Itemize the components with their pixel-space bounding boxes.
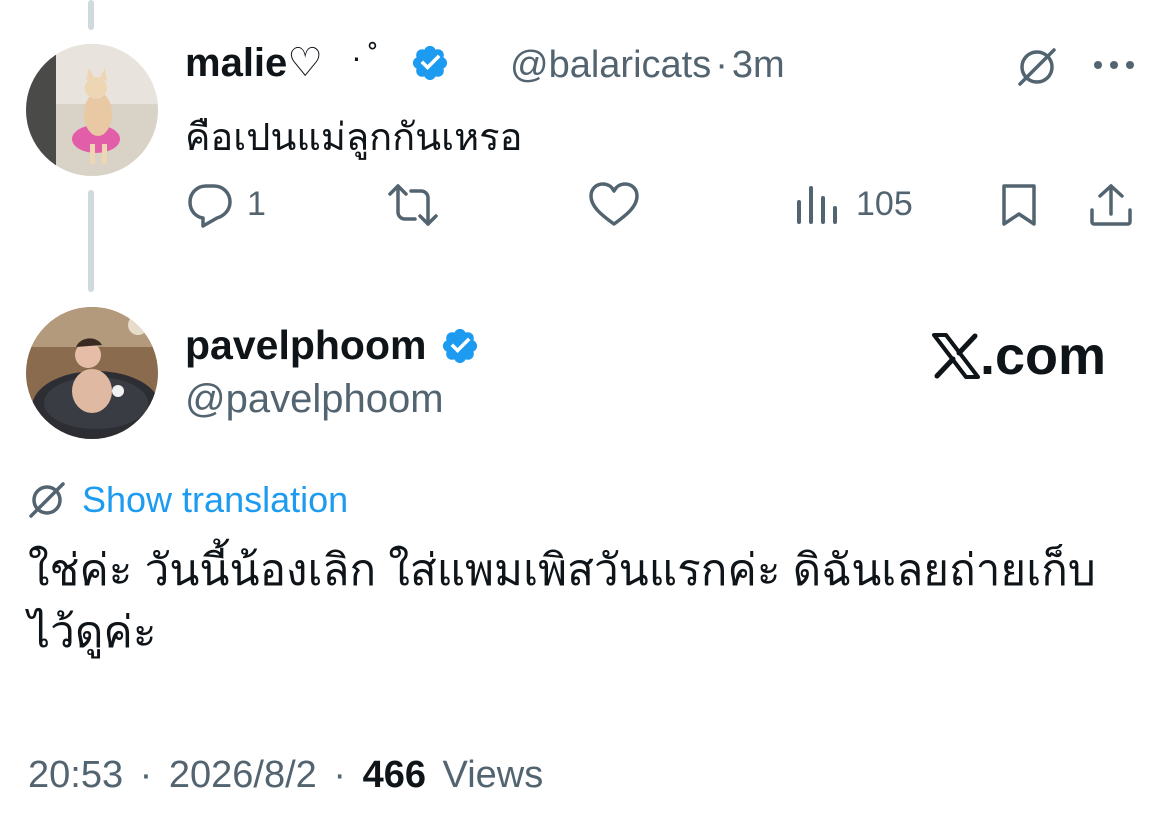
- reply-display-name[interactable]: malie♡: [185, 40, 323, 86]
- tweet-views-label: Views: [442, 754, 544, 796]
- bookmark-button[interactable]: [1000, 182, 1038, 233]
- show-translation-link[interactable]: Show translation: [26, 479, 348, 521]
- repost-button[interactable]: [386, 182, 440, 233]
- show-translation-label[interactable]: Show translation: [82, 479, 348, 521]
- translate-icon: [26, 479, 68, 521]
- more-icon[interactable]: [1092, 58, 1136, 77]
- reply-text: คือเปนแม่ลูกกันเหรอ: [185, 117, 523, 159]
- reply-handle[interactable]: @balaricats: [510, 44, 711, 86]
- tweet-views-count: 466: [362, 754, 426, 796]
- views-icon[interactable]: [797, 186, 837, 229]
- reply-author-row: malie♡ ·˚: [185, 38, 450, 86]
- tweet-display-name[interactable]: pavelphoom: [185, 322, 426, 369]
- reply-button[interactable]: [186, 180, 234, 233]
- separator: ·: [715, 44, 728, 86]
- x-brand-suffix: .com: [980, 326, 1107, 386]
- views-count: 105: [856, 185, 913, 223]
- tweet-text: ใช่ค่ะ วันนี้น้องเลิก ใส่แพมเพิสวันแรกค่…: [28, 546, 1096, 657]
- separator: ·: [333, 754, 347, 796]
- reply-avatar[interactable]: [26, 44, 158, 176]
- tweet-time[interactable]: 20:53: [28, 754, 123, 796]
- share-button[interactable]: [1088, 182, 1134, 233]
- tweet-avatar[interactable]: [26, 307, 158, 439]
- reply-handle-row: @balaricats · 3m: [510, 44, 785, 87]
- verified-badge-icon: [410, 43, 450, 83]
- translate-icon[interactable]: [1014, 44, 1060, 95]
- tweet-author-row: pavelphoom: [185, 322, 480, 369]
- separator: ·: [139, 754, 153, 796]
- tweet-meta: 20:53 · 2026/8/2 · 466 Views: [28, 754, 543, 797]
- thread-line-top: [88, 0, 94, 30]
- like-button[interactable]: [588, 180, 640, 233]
- reply-time[interactable]: 3m: [732, 44, 785, 86]
- x-logo-watermark: .com: [932, 325, 1106, 387]
- tweet-handle[interactable]: @pavelphoom: [185, 377, 444, 422]
- thread-line-bottom: [88, 190, 94, 292]
- tweet-date[interactable]: 2026/8/2: [169, 754, 317, 796]
- verified-badge-icon: [440, 326, 480, 366]
- name-decoration: ·˚: [351, 38, 385, 75]
- x-logo-icon: [932, 333, 980, 379]
- reply-count: 1: [247, 185, 266, 223]
